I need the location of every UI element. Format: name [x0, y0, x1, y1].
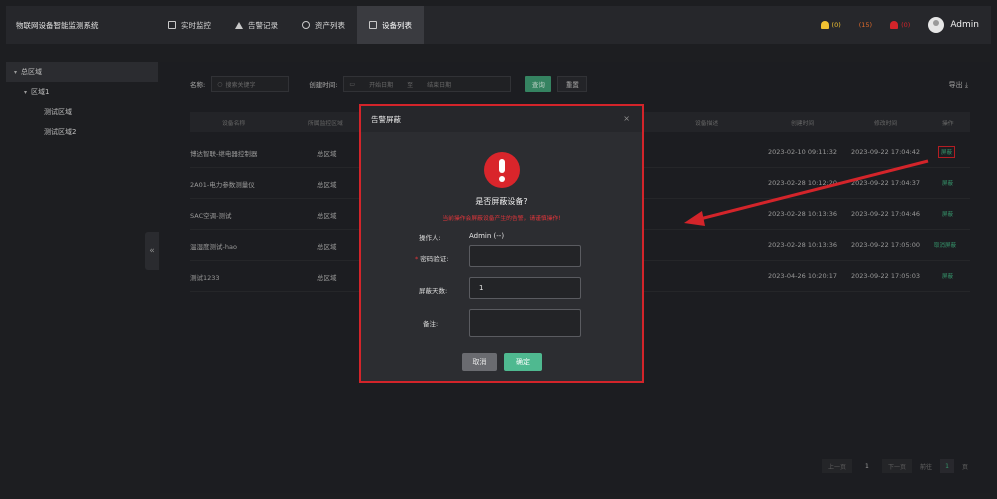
password-field[interactable] — [469, 245, 581, 267]
mask-days-field[interactable]: 1 — [469, 277, 581, 299]
list-icon — [369, 21, 377, 29]
nav-label: 资产列表 — [315, 20, 345, 30]
alarm-count: (0) — [901, 21, 911, 29]
confirm-button[interactable]: 确定 — [504, 353, 542, 371]
bell-icon — [820, 21, 829, 29]
operator-label: 操作人: — [419, 234, 441, 242]
nav-realtime-monitor[interactable]: 实时监控 — [156, 6, 223, 44]
user-name: Admin — [950, 20, 979, 30]
alarm-level-1[interactable]: (0) — [820, 21, 841, 29]
app-window: 物联网设备智能监测系统 实时监控 告警记录 资产列表 设备列表 (0) (15) — [0, 0, 997, 499]
tree-node-test-area2[interactable]: 测试区域2 — [6, 122, 158, 142]
dialog-warning-text: 当前操作会屏蔽设备产生的告警，请谨慎操作! — [442, 216, 561, 222]
exclamation-icon — [484, 152, 520, 188]
sidebar-collapse-button[interactable]: « — [145, 232, 159, 270]
user-menu[interactable]: Admin — [928, 17, 979, 33]
tree-node-label: 区域1 — [31, 88, 50, 96]
close-icon[interactable]: × — [623, 114, 630, 123]
nav-asset-list[interactable]: 资产列表 — [290, 6, 357, 44]
operator-value: Admin (--) — [469, 232, 505, 240]
bell-icon — [890, 21, 899, 29]
nav-alarm-records[interactable]: 告警记录 — [223, 6, 290, 44]
dialog-header: 告警屏蔽 × — [361, 106, 642, 132]
mask-alarm-dialog: 告警屏蔽 × 是否屏蔽设备? 当前操作会屏蔽设备产生的告警，请谨慎操作! 操作人… — [359, 104, 644, 383]
layers-icon — [302, 21, 310, 29]
remark-label: 备注: — [423, 320, 439, 328]
tree-node-test-area[interactable]: 测试区域 — [6, 102, 158, 122]
alarm-level-2[interactable]: (15) — [859, 21, 872, 29]
dialog-question: 是否屏蔽设备? — [475, 197, 528, 206]
caret-down-icon: ▾ — [14, 68, 18, 76]
nav-label: 告警记录 — [248, 20, 278, 30]
mask-days-label: 屏蔽天数: — [419, 287, 448, 295]
caret-down-icon: ▾ — [24, 88, 28, 96]
tree-node-area1[interactable]: ▾ 区域1 — [6, 82, 158, 102]
alarm-count: (15) — [858, 21, 873, 29]
cancel-button[interactable]: 取消 — [462, 353, 497, 371]
nav-label: 设备列表 — [382, 20, 412, 30]
header-right: (0) (15) (0) Admin — [820, 17, 991, 33]
password-label-text: 密码验证: — [420, 255, 449, 263]
tree-node-label: 总区域 — [21, 68, 43, 76]
tree-node-label: 测试区域 — [44, 108, 72, 116]
tree-node-root[interactable]: ▾ 总区域 — [6, 62, 158, 82]
alarm-count: (0) — [831, 21, 841, 29]
dialog-title: 告警屏蔽 — [371, 114, 401, 124]
top-navbar: 物联网设备智能监测系统 实时监控 告警记录 资产列表 设备列表 (0) (15) — [6, 6, 991, 44]
nav-device-list[interactable]: 设备列表 — [357, 6, 424, 44]
app-title: 物联网设备智能监测系统 — [16, 20, 99, 30]
password-label: * 密码验证: — [415, 253, 448, 263]
nav-label: 实时监控 — [181, 20, 211, 30]
tree-node-label: 测试区域2 — [44, 128, 77, 136]
remark-textarea[interactable] — [469, 309, 581, 337]
sidebar-tree: ▾ 总区域 ▾ 区域1 测试区域 测试区域2 — [6, 62, 158, 493]
alarm-level-3[interactable]: (0) — [890, 21, 910, 29]
required-mark: * — [415, 255, 419, 263]
monitor-icon — [168, 21, 176, 29]
avatar — [928, 17, 945, 33]
warning-icon — [235, 21, 243, 29]
